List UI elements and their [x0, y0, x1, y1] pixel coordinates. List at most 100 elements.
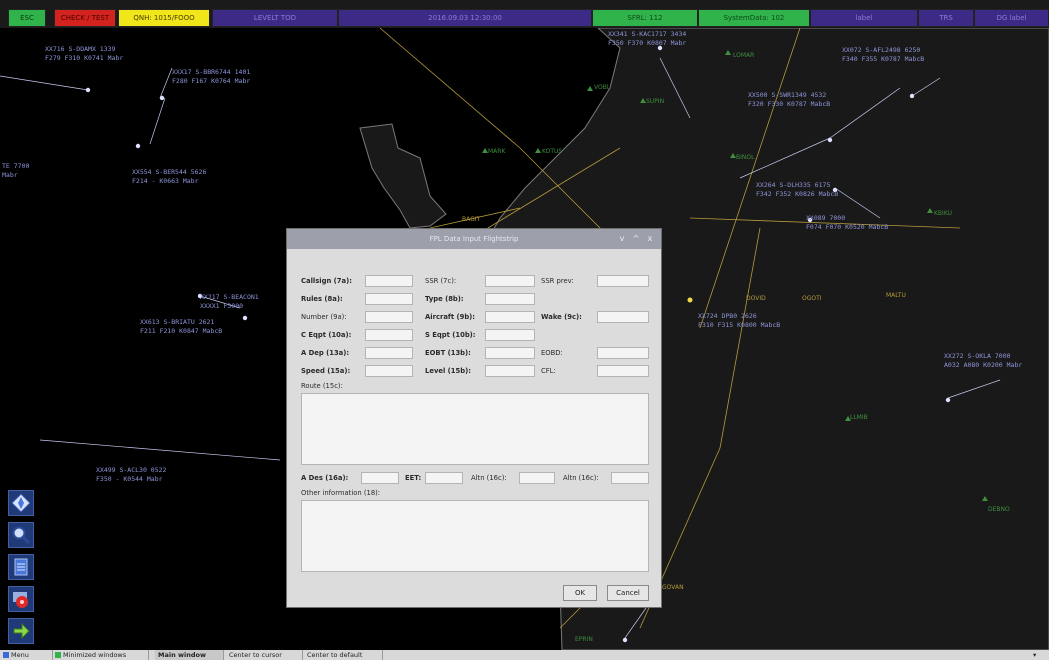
- dialog-title: FPL Data Input Flightstrip: [429, 235, 519, 243]
- cfl-label: CFL:: [541, 367, 556, 375]
- systemdata-button[interactable]: SystemData: 102: [698, 9, 810, 27]
- close-icon[interactable]: x: [645, 233, 655, 245]
- sfrl-button[interactable]: SFRL: 112: [592, 9, 698, 27]
- type-input[interactable]: [485, 293, 535, 305]
- check-status-button[interactable]: CHECK / TEST: [54, 9, 116, 27]
- fix-label: KOTUS: [542, 148, 563, 155]
- fix-label: LOMAR: [733, 52, 755, 59]
- ssr-input[interactable]: [485, 275, 535, 287]
- track-label[interactable]: XX716 S-DDAMX 1339 F279 F310 K0741 Mabr: [45, 45, 123, 63]
- cancel-button[interactable]: Cancel: [607, 585, 649, 601]
- s-eqpt-label: S Eqpt (10b):: [425, 331, 476, 339]
- aircraft-input[interactable]: [485, 311, 535, 323]
- wake-input[interactable]: [597, 311, 649, 323]
- clock-display: 2016.09.03 12:30:00: [338, 9, 592, 27]
- level-input[interactable]: [485, 365, 535, 377]
- track-label[interactable]: XX089 7000 F074 F070 K0520 MabcB: [806, 214, 888, 232]
- compass-icon[interactable]: [8, 490, 34, 516]
- route-label: Route (15c):: [301, 382, 343, 390]
- track-label[interactable]: XX264 S-DLH335 6175 F342 F352 K0826 MabcB: [756, 181, 838, 199]
- other-info-label: Other information (18):: [301, 489, 381, 497]
- speed-input[interactable]: [365, 365, 413, 377]
- track-label[interactable]: XX613 S-BRIATU 2621 F211 F210 K0847 MabcB: [140, 318, 222, 336]
- fix-label: DOVID: [746, 295, 766, 302]
- track-label[interactable]: XX341 S-KAC1717 3434 F350 F370 K0807 Mabr: [608, 30, 686, 48]
- settings-icon[interactable]: [8, 586, 34, 612]
- dialog-titlebar[interactable]: FPL Data Input Flightstrip v ^ x: [287, 229, 661, 249]
- callsign-label: Callsign (7a):: [301, 277, 352, 285]
- selected-track: [687, 297, 693, 303]
- dg-button[interactable]: DG label: [974, 9, 1049, 27]
- number-label: Number (9a):: [301, 313, 347, 321]
- track-label[interactable]: XX724 DPB0 2626 F310 F315 K0800 MabcB: [698, 312, 780, 330]
- fix-label: OGOTI: [802, 295, 822, 302]
- arrow-icon[interactable]: [8, 618, 34, 644]
- track-label[interactable]: XX500 S-SWR1349 4532 F320 F330 K0787 Mabc…: [748, 91, 830, 109]
- speed-label: Speed (15a):: [301, 367, 351, 375]
- altn1-label: Altn (16c):: [471, 474, 507, 482]
- eobt-label: EOBT (13b):: [425, 349, 471, 357]
- track-label[interactable]: XXX17 S-BBR6744 1401 F280 F167 K0764 Mabr: [172, 68, 250, 86]
- fix-label: BAGIT: [462, 216, 481, 223]
- ssr-prev-input[interactable]: [597, 275, 649, 287]
- main-window-tab[interactable]: Main window: [155, 650, 224, 660]
- minimized-windows-button[interactable]: Minimized windows: [52, 650, 149, 660]
- a-des-input[interactable]: [361, 472, 399, 484]
- callsign-input[interactable]: [365, 275, 413, 287]
- rules-label: Rules (8a):: [301, 295, 343, 303]
- s-eqpt-input[interactable]: [485, 329, 535, 341]
- window-icon: [55, 652, 61, 658]
- aircraft-label: Aircraft (9b):: [425, 313, 476, 321]
- eet-label: EET:: [405, 474, 422, 482]
- other-info-textarea[interactable]: [301, 500, 649, 572]
- eobd-input[interactable]: [597, 347, 649, 359]
- document-icon[interactable]: [8, 554, 34, 580]
- a-des-label: A Des (16a):: [301, 474, 349, 482]
- track-label[interactable]: XX554 S-BER544 5626 F214 - K0663 Mabr: [132, 168, 206, 186]
- label-button[interactable]: label: [810, 9, 918, 27]
- taskbar: Menu Minimized windows Main window Cente…: [0, 650, 1049, 660]
- a-dep-label: A Dep (13a):: [301, 349, 350, 357]
- eobt-input[interactable]: [485, 347, 535, 359]
- track-label[interactable]: TE 7700 Mabr: [2, 162, 29, 180]
- route-textarea[interactable]: [301, 393, 649, 465]
- menu-icon: [3, 652, 9, 658]
- magnifier-icon[interactable]: [8, 522, 34, 548]
- esc-button[interactable]: ESC: [8, 9, 46, 27]
- fix-label: MARK: [488, 148, 506, 155]
- center-to-cursor-button[interactable]: Center to cursor: [226, 650, 303, 660]
- top-toolbar: ESC CHECK / TEST QNH: 1015/FOOO LEVELT T…: [0, 0, 1049, 28]
- qnh-button[interactable]: QNH: 1015/FOOO: [118, 9, 210, 27]
- fix-label: EPRIN: [575, 636, 593, 643]
- fix-label: MALTU: [886, 292, 906, 299]
- minimize-icon[interactable]: v: [617, 233, 627, 245]
- center-to-default-button[interactable]: Center to default: [304, 650, 383, 660]
- altn1-input[interactable]: [519, 472, 555, 484]
- rules-input[interactable]: [365, 293, 413, 305]
- island-land: [359, 123, 447, 229]
- fix-label: LLMIB: [850, 414, 868, 421]
- track-label[interactable]: XX272 S-OKLA 7000 A032 A080 K0200 Mabr: [944, 352, 1022, 370]
- altn2-label: Altn (16c):: [563, 474, 599, 482]
- number-input[interactable]: [365, 311, 413, 323]
- eet-input[interactable]: [425, 472, 463, 484]
- cfl-input[interactable]: [597, 365, 649, 377]
- altn2-input[interactable]: [611, 472, 649, 484]
- c-eqpt-label: C Eqpt (10a):: [301, 331, 352, 339]
- trs-button[interactable]: TRS: [918, 9, 974, 27]
- fpl-dialog: FPL Data Input Flightstrip v ^ x Callsig…: [286, 228, 662, 608]
- ssr-prev-label: SSR prev:: [541, 277, 574, 285]
- maximize-icon[interactable]: ^: [631, 233, 641, 245]
- ssr-label: SSR (7c):: [425, 277, 457, 285]
- track-label[interactable]: XX072 S-AFL2498 6250 F340 F355 K0787 Mabc…: [842, 46, 924, 64]
- track-label[interactable]: XX499 S-ACL30 0522 F350 - K0544 Mabr: [96, 466, 166, 484]
- menu-button[interactable]: Menu: [0, 650, 53, 660]
- c-eqpt-input[interactable]: [365, 329, 413, 341]
- track-label[interactable]: XX217 S-BEACON1 XXXX1 F3000: [200, 293, 259, 311]
- ok-button[interactable]: OK: [563, 585, 597, 601]
- fix-label: GOVAN: [662, 584, 684, 591]
- chevron-down-icon[interactable]: ▾: [1030, 650, 1048, 660]
- level-button[interactable]: LEVELT TOD: [212, 9, 338, 27]
- a-dep-input[interactable]: [365, 347, 413, 359]
- fix-label: VOBL: [594, 84, 611, 91]
